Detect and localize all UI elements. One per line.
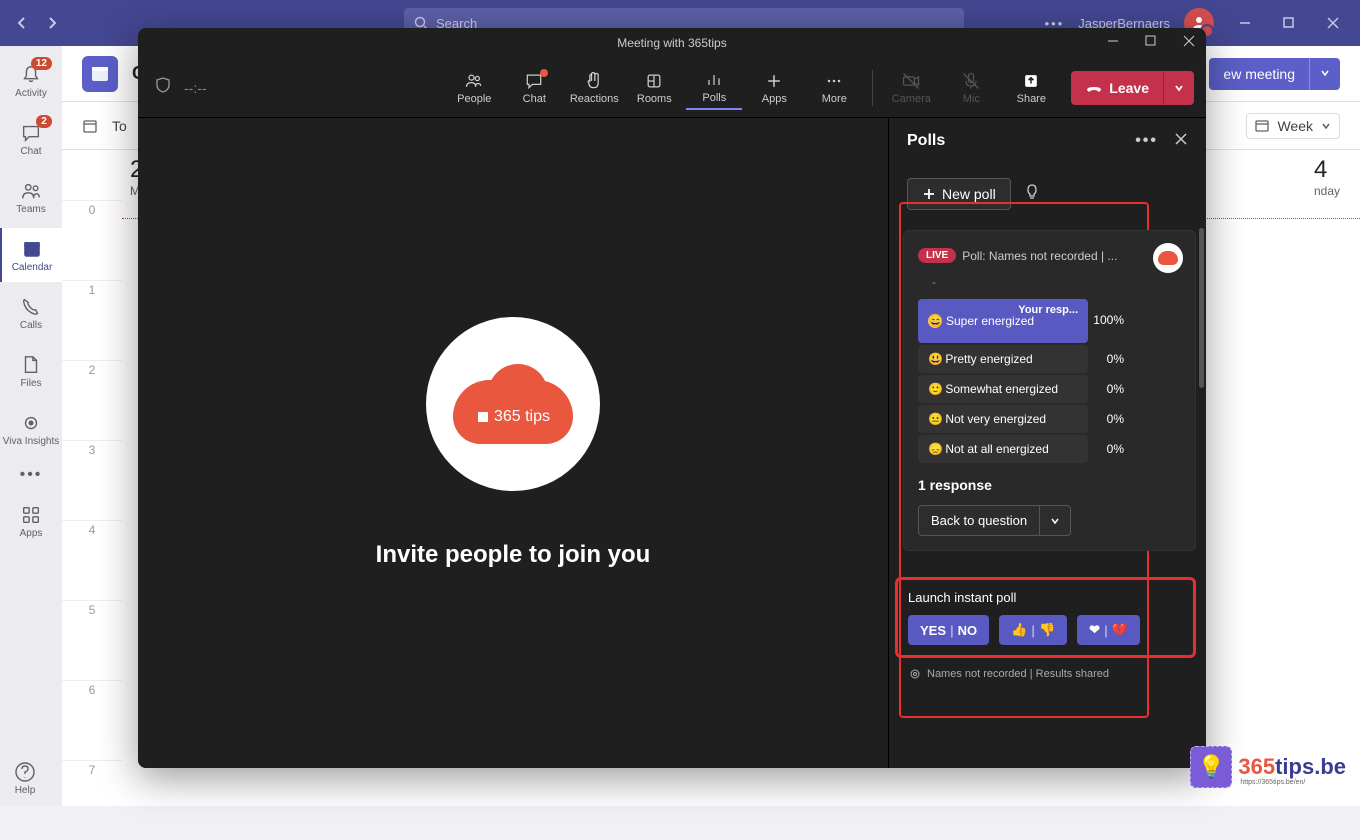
polls-close-button[interactable]	[1174, 132, 1188, 151]
today-label[interactable]: To	[112, 118, 127, 134]
scrollbar[interactable]	[1199, 228, 1204, 388]
gear-icon	[909, 668, 921, 680]
tool-camera[interactable]: Camera	[883, 67, 939, 109]
nav-forward-button[interactable]	[40, 11, 64, 35]
instant-yes-no-button[interactable]: YES|NO	[908, 615, 989, 645]
teams-icon	[20, 180, 42, 202]
share-icon	[1021, 71, 1041, 91]
new-poll-button[interactable]: New poll	[907, 178, 1011, 210]
tool-share[interactable]: Share	[1003, 67, 1059, 109]
poll-option[interactable]: 😐 Not very energized0%	[918, 405, 1088, 433]
today-icon	[82, 118, 98, 134]
nav-calls[interactable]: Calls	[0, 286, 62, 340]
chevron-down-icon[interactable]	[1040, 505, 1071, 536]
instant-poll-section: Launch instant poll YES|NO 👍|👎 ❤|💔	[895, 577, 1196, 658]
tool-chat[interactable]: Chat	[506, 67, 562, 109]
thumbs-up-icon: 👍	[1011, 622, 1027, 638]
chevron-down-icon[interactable]	[1163, 71, 1194, 105]
new-meeting-button[interactable]: ew meeting	[1209, 58, 1340, 90]
back-to-question-button[interactable]: Back to question	[918, 505, 1040, 536]
hand-icon	[584, 71, 604, 91]
window-maximize-button[interactable]	[1282, 16, 1296, 30]
tool-people[interactable]: People	[446, 67, 502, 109]
meeting-titlebar: Meeting with 365tips	[138, 28, 1206, 58]
nav-insights[interactable]: Viva Insights	[0, 402, 62, 456]
tool-mic[interactable]: Mic	[943, 67, 999, 109]
week-view-toggle[interactable]: Week	[1246, 113, 1340, 139]
nav-chat[interactable]: 2 Chat	[0, 112, 62, 166]
mic-icon	[961, 71, 981, 91]
polls-title: Polls	[907, 132, 945, 150]
window-minimize-button[interactable]	[1238, 16, 1252, 30]
chevron-down-icon	[1321, 121, 1331, 131]
nav-more[interactable]: •••	[0, 460, 62, 490]
tool-polls[interactable]: Polls	[686, 66, 742, 110]
more-icon	[824, 71, 844, 91]
chevron-down-icon[interactable]	[1309, 58, 1340, 90]
plus-icon	[922, 187, 936, 201]
left-nav: 12 Activity 2 Chat Teams Calendar Calls …	[0, 46, 62, 806]
files-icon	[20, 354, 42, 376]
calendar-app-icon	[82, 56, 118, 92]
camera-icon	[901, 71, 921, 91]
presenter-avatar: 365 tips	[426, 317, 600, 491]
nav-files[interactable]: Files	[0, 344, 62, 398]
plus-icon	[764, 71, 784, 91]
polls-more-button[interactable]: •••	[1135, 132, 1158, 151]
day-column: 4 nday	[1314, 156, 1340, 198]
nav-calendar[interactable]: Calendar	[0, 228, 62, 282]
nav-back-button[interactable]	[10, 11, 34, 35]
help-button[interactable]: Help	[14, 761, 36, 796]
shield-icon	[154, 76, 172, 99]
lightbulb-icon[interactable]	[1023, 183, 1041, 206]
tool-reactions[interactable]: Reactions	[566, 67, 622, 109]
leave-button[interactable]: Leave	[1071, 71, 1194, 105]
insights-icon	[20, 412, 42, 434]
invite-message: Invite people to join you	[376, 541, 651, 569]
poll-option[interactable]: 😄 Super energized Your resp... 100%	[918, 299, 1088, 343]
response-count: 1 response	[918, 477, 1181, 493]
polls-panel: Polls ••• New poll LIVE Poll: Names not …	[888, 118, 1206, 768]
poll-creator-avatar	[1153, 243, 1183, 273]
poll-footer-note: Names not recorded | Results shared	[889, 664, 1206, 690]
broken-heart-icon: 💔	[1112, 622, 1128, 638]
meeting-timer: --:--	[184, 80, 207, 96]
chat-icon	[524, 71, 544, 91]
calendar-icon	[21, 238, 43, 260]
nav-activity[interactable]: 12 Activity	[0, 54, 62, 108]
rooms-icon	[644, 71, 664, 91]
meeting-close-button[interactable]	[1182, 34, 1196, 48]
instant-heart-button[interactable]: ❤|💔	[1077, 615, 1140, 645]
meeting-minimize-button[interactable]	[1106, 34, 1120, 48]
instant-thumbs-button[interactable]: 👍|👎	[999, 615, 1067, 645]
watermark: 💡 365tips.be https://365tips.be/en/	[1190, 746, 1346, 788]
meeting-stage: 365 tips Invite people to join you	[138, 118, 888, 768]
meeting-maximize-button[interactable]	[1144, 34, 1158, 48]
tool-apps[interactable]: Apps	[746, 67, 802, 109]
poll-option[interactable]: 😞 Not at all energized0%	[918, 435, 1088, 463]
hangup-icon	[1085, 79, 1103, 97]
tool-rooms[interactable]: Rooms	[626, 67, 682, 109]
heart-icon: ❤	[1089, 622, 1100, 638]
people-icon	[464, 71, 484, 91]
poll-option[interactable]: 😃 Pretty energized0%	[918, 345, 1088, 373]
nav-apps[interactable]: Apps	[0, 494, 62, 548]
nav-teams[interactable]: Teams	[0, 170, 62, 224]
lightbulb-icon: 💡	[1190, 746, 1232, 788]
poll-card: LIVE Poll: Names not recorded | ... - 😄 …	[903, 230, 1196, 551]
polls-icon	[704, 70, 724, 90]
live-badge: LIVE	[918, 248, 956, 263]
window-close-button[interactable]	[1326, 16, 1340, 30]
apps-icon	[20, 504, 42, 526]
thumbs-down-icon: 👎	[1039, 622, 1055, 638]
instant-poll-title: Launch instant poll	[908, 590, 1183, 605]
meeting-window: Meeting with 365tips --:-- People Chat R…	[138, 28, 1206, 768]
poll-option[interactable]: 🙂 Somewhat energized0%	[918, 375, 1088, 403]
phone-icon	[20, 296, 42, 318]
poll-meta: Poll: Names not recorded | ...	[962, 249, 1117, 263]
tool-more[interactable]: More	[806, 67, 862, 109]
